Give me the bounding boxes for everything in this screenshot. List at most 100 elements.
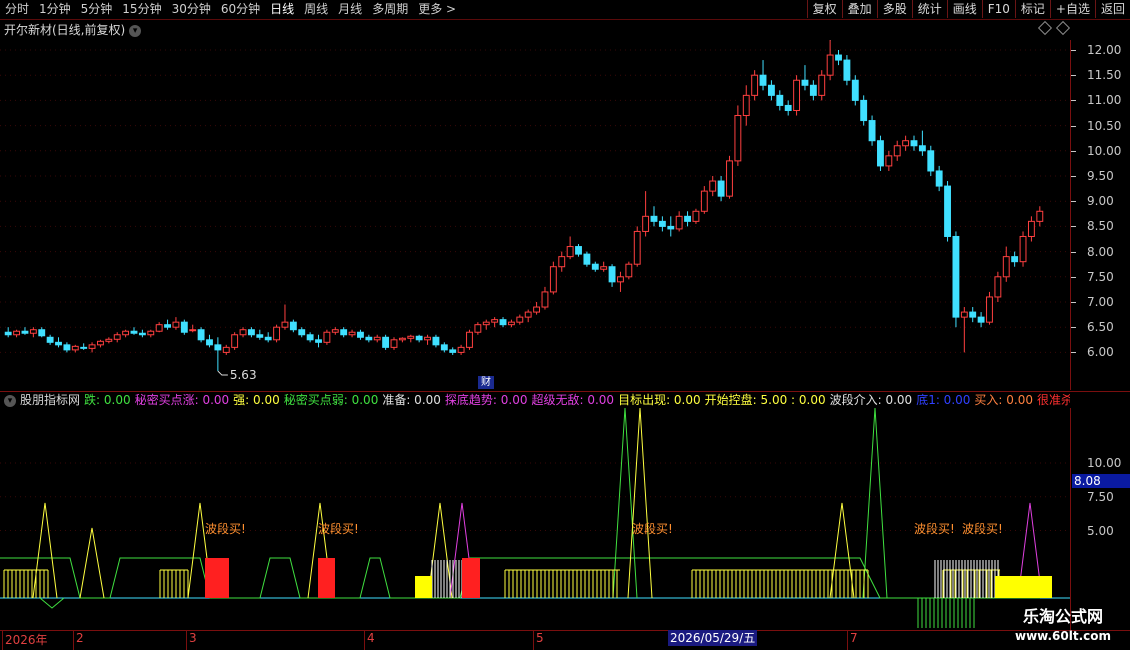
price-tick-mark	[1071, 176, 1076, 177]
candle-body	[4, 331, 12, 336]
signal-label: 波段买!	[914, 521, 955, 536]
min-price-label: 5.63	[230, 368, 257, 382]
diamond-icon[interactable]	[1055, 20, 1071, 36]
indicator-item-6: 超级无敌: 0.00	[531, 393, 615, 407]
toolbar-button-4[interactable]: 画线	[946, 0, 982, 18]
price-chart[interactable]: 12.20 5.63	[0, 40, 1070, 390]
candle-body	[625, 263, 633, 278]
price-tick-label: 6.50	[1071, 320, 1114, 334]
chevron-down-icon[interactable]: ▾	[129, 24, 142, 37]
indicator-spike	[627, 408, 653, 599]
candle-body	[264, 336, 272, 341]
candle-body	[424, 336, 431, 341]
candle-body	[893, 145, 901, 157]
candle-body	[793, 79, 801, 111]
candle-body	[1019, 235, 1027, 263]
signal-label: 波段买!	[962, 521, 1003, 536]
candle-body	[910, 140, 918, 147]
tab-period-2[interactable]: 5分钟	[76, 0, 118, 19]
candle-body	[97, 340, 104, 346]
candle-body	[239, 329, 247, 336]
price-tick-label: 9.00	[1071, 194, 1114, 208]
tab-period-1[interactable]: 1分钟	[34, 0, 76, 19]
signal-bar	[318, 558, 335, 598]
indicator-axis: 10.00 7.50 5.00	[1070, 408, 1130, 630]
indicator-item-0: 跌: 0.00	[84, 393, 131, 407]
date-label: 2	[76, 631, 84, 645]
candle-body	[986, 296, 993, 323]
toolbar-button-5[interactable]: F10	[981, 0, 1015, 18]
indicator-tick-label: 10.00	[1087, 456, 1122, 470]
indicator-item-10: 底1: 0.00	[916, 393, 971, 407]
diamond-icon[interactable]	[1037, 20, 1053, 36]
watermark-url: www.60lt.com	[1014, 629, 1112, 643]
stock-title[interactable]: 开尔新材(日线,前复权) ▾	[4, 21, 142, 38]
toolbar-button-7[interactable]: +自选	[1049, 0, 1095, 18]
price-tick-label: 7.50	[1071, 270, 1114, 284]
toolbar-button-0[interactable]: 复权	[806, 0, 842, 18]
candle-body	[71, 345, 79, 351]
candle-body	[818, 74, 826, 96]
price-tick-mark	[1071, 125, 1076, 127]
indicator-spike	[79, 527, 105, 599]
candle-body	[105, 338, 113, 342]
watermark: 乐淘公式网 www.60lt.com	[996, 606, 1130, 650]
price-tick-mark	[1071, 352, 1076, 354]
candle-body	[960, 311, 968, 318]
candle-body	[13, 330, 21, 336]
candle-body	[835, 54, 842, 61]
tab-period-7[interactable]: 周线	[299, 0, 333, 19]
tab-period-5[interactable]: 60分钟	[216, 0, 265, 19]
indicator-item-8: 开始控盘: 5.00 : 0.00	[704, 393, 826, 407]
tab-period-3[interactable]: 15分钟	[117, 0, 166, 19]
candle-body	[474, 324, 482, 333]
candle-body	[365, 336, 373, 341]
price-tick-label: 8.00	[1071, 245, 1114, 259]
signal-label: 波段买!	[318, 521, 359, 536]
candle-body	[977, 316, 985, 323]
indicator-item-9: 波段介入: 0.00	[829, 393, 913, 407]
chevron-down-icon[interactable]: ▾	[4, 394, 16, 407]
candle-body	[541, 291, 549, 308]
toolbar-button-8[interactable]: 返回	[1094, 0, 1130, 18]
indicator-item-11: 买入: 0.00	[974, 393, 1033, 407]
candle-body	[994, 276, 1002, 298]
financial-badge[interactable]: 财	[478, 376, 494, 389]
indicator-spike	[32, 502, 58, 599]
tab-period-0[interactable]: 分时	[0, 0, 34, 19]
date-label: 2026年	[5, 633, 48, 647]
candle-body	[206, 339, 213, 346]
candle-body	[122, 330, 130, 336]
indicator-chart[interactable]: 波段买! 波段买! 波段买! 波段买! 波段买!	[0, 408, 1070, 630]
price-tick-mark	[1071, 50, 1076, 51]
candle-body	[935, 170, 943, 187]
tab-period-6[interactable]: 日线	[265, 0, 299, 19]
candle-body	[155, 324, 163, 332]
indicator-spike	[829, 502, 855, 599]
candle-body	[969, 311, 977, 318]
candle-body	[164, 324, 171, 328]
date-separator	[533, 630, 534, 650]
candle-body	[608, 266, 616, 283]
indicator-header: ▾ 股朋指标网 跌: 0.00 秘密买点涨: 0.00 强: 0.00 秘密买点弱: 0.…	[0, 392, 1070, 408]
candle-body	[382, 336, 390, 348]
candle-body	[583, 253, 591, 265]
price-tick-mark	[1071, 201, 1076, 203]
candle-body	[440, 344, 448, 351]
price-tick-label: 11.00	[1071, 93, 1121, 107]
candle-body	[826, 54, 834, 76]
price-tick-label: 10.00	[1071, 144, 1121, 158]
tab-period-9[interactable]: 多周期	[367, 0, 413, 19]
indicator-name[interactable]: 股朋指标网	[20, 393, 80, 407]
toolbar-button-3[interactable]: 统计	[911, 0, 947, 18]
candle-body	[767, 84, 775, 96]
signal-label: 波段买!	[632, 521, 673, 536]
toolbar-button-1[interactable]: 叠加	[841, 0, 877, 18]
toolbar-button-6[interactable]: 标记	[1014, 0, 1050, 18]
tab-period-10[interactable]: 更多 >	[413, 0, 461, 19]
tab-period-8[interactable]: 月线	[333, 0, 367, 19]
tab-period-4[interactable]: 30分钟	[167, 0, 216, 19]
date-label: 3	[189, 631, 197, 645]
toolbar-button-2[interactable]: 多股	[876, 0, 912, 18]
candle-body	[675, 215, 683, 230]
